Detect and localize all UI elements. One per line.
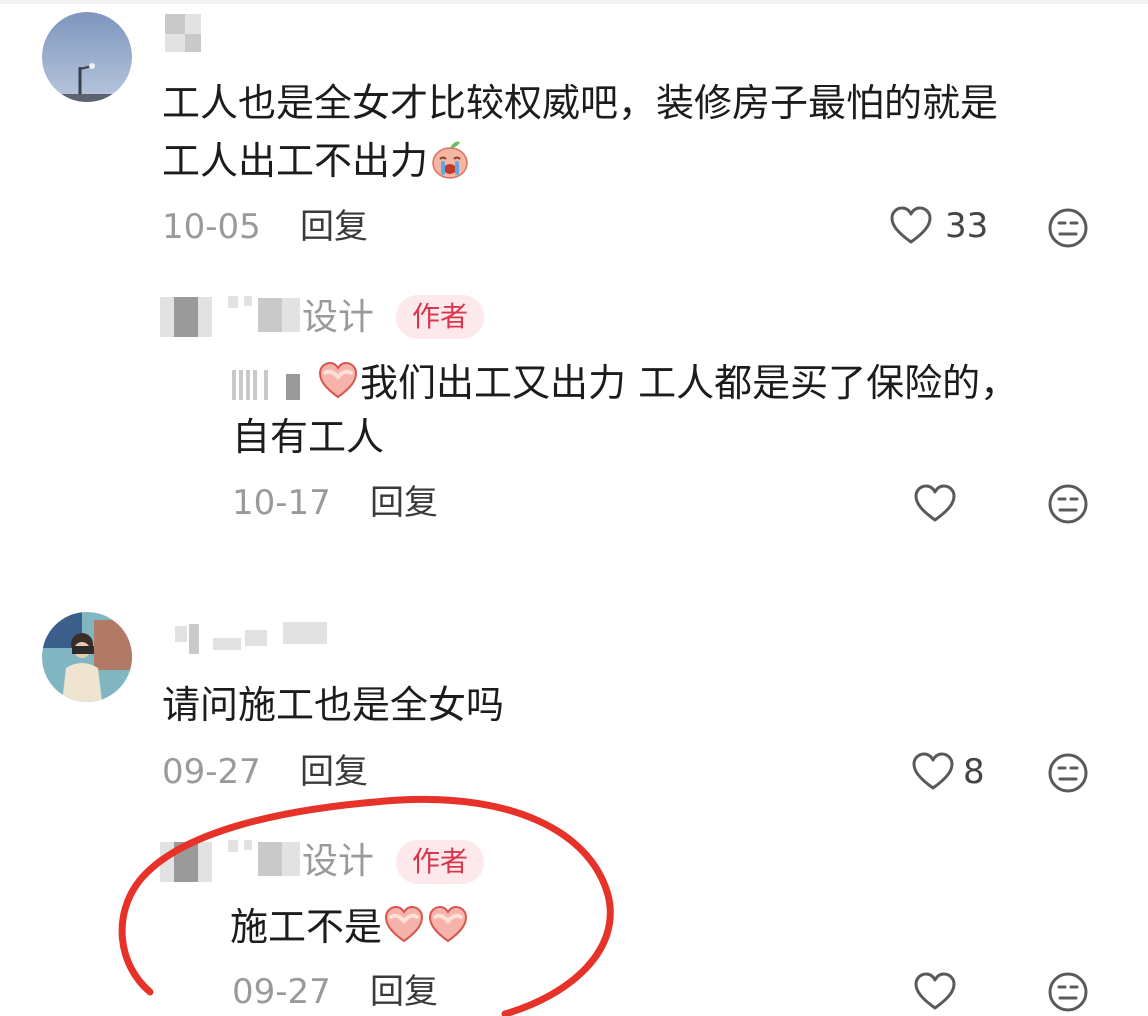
- reply-avatar-blurred[interactable]: [160, 840, 216, 886]
- author-name-suffix: 设计: [302, 297, 375, 338]
- comment-text: 工人出工不出力: [162, 139, 429, 183]
- comment-text-line-2: 工人出工不出力: [162, 134, 472, 188]
- heart-outline-icon[interactable]: [913, 972, 957, 1012]
- reply-avatar-blurred[interactable]: [160, 295, 216, 341]
- reply-button[interactable]: 回复: [300, 752, 368, 792]
- avatar[interactable]: [42, 612, 132, 702]
- heart-outline-icon[interactable]: [913, 484, 957, 524]
- reply-text: 施工不是: [230, 905, 383, 949]
- like-count: 33: [945, 206, 989, 246]
- heart-hands-emoji: [426, 903, 470, 947]
- avatar[interactable]: [42, 12, 132, 102]
- meh-face-icon[interactable]: [1047, 971, 1089, 1013]
- username-blurred[interactable]: [175, 620, 335, 660]
- reply-text: 我们出工又出力 工人都是买了保险的，: [360, 361, 1019, 405]
- author-name-blurred[interactable]: [228, 840, 304, 878]
- heart-hands-emoji: [382, 903, 426, 947]
- comment-date: 10-05: [162, 207, 261, 247]
- comment-text-line-1: 工人也是全女才比较权威吧，装修房子最怕的就是: [162, 81, 999, 125]
- username-blurred[interactable]: [165, 14, 205, 54]
- mention-blurred[interactable]: [232, 364, 316, 404]
- reply-button[interactable]: 回复: [370, 972, 438, 1012]
- author-name-suffix: 设计: [302, 841, 375, 882]
- reply-date: 09-27: [232, 972, 331, 1012]
- comment-date: 09-27: [162, 752, 261, 792]
- reply-text-line-1: 我们出工又出力 工人都是买了保险的，: [232, 356, 1018, 410]
- top-divider: [0, 0, 1148, 4]
- meh-face-icon[interactable]: [1047, 752, 1089, 794]
- heart-outline-icon[interactable]: [911, 752, 955, 792]
- comment-text: 请问施工也是全女吗: [162, 683, 505, 727]
- reply-button[interactable]: 回复: [300, 207, 368, 247]
- meh-face-icon[interactable]: [1047, 207, 1089, 249]
- reply-text-line: 施工不是: [230, 900, 470, 954]
- reply-text-line-2: 自有工人: [232, 415, 385, 459]
- author-badge: 作者: [396, 295, 485, 339]
- reply-date: 10-17: [232, 483, 331, 523]
- reply-button[interactable]: 回复: [370, 483, 438, 523]
- heart-hands-emoji: [316, 359, 360, 403]
- heart-outline-icon[interactable]: [889, 206, 933, 246]
- crying-peach-emoji: [428, 137, 472, 181]
- meh-face-icon[interactable]: [1047, 483, 1089, 525]
- author-badge: 作者: [396, 840, 485, 884]
- author-name-blurred[interactable]: [228, 296, 304, 334]
- like-count: 8: [963, 752, 985, 792]
